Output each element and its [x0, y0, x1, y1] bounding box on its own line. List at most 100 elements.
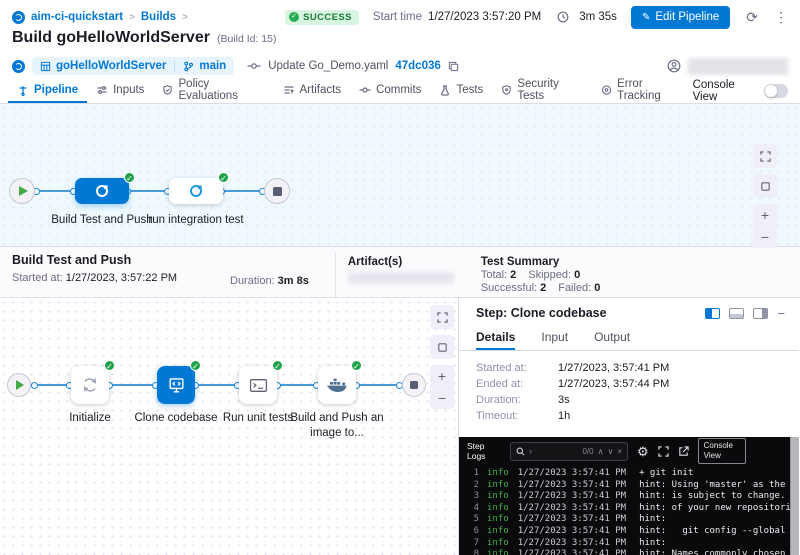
console-header: Step Logs › 0/0 ∧ ∨ × ⚙: [459, 437, 799, 463]
error-tracking-icon: [601, 84, 612, 96]
log-line: 3 info 1/27/2023 3:57:41 PM hint: is sub…: [465, 491, 799, 503]
duration-value: 3m 8s: [278, 275, 309, 287]
breadcrumb-builds-link[interactable]: Builds: [141, 11, 176, 23]
breadcrumb-project-link[interactable]: aim-ci-quickstart: [31, 11, 123, 23]
search-close-button[interactable]: ×: [617, 447, 622, 456]
log-message: hint: Using 'master' as the name for th: [639, 480, 799, 492]
log-level: info: [487, 514, 509, 526]
step-node-build-and-push-image[interactable]: ✓: [318, 366, 356, 404]
pipeline-start-node[interactable]: [9, 178, 35, 204]
minimize-panel-button[interactable]: −: [777, 306, 785, 321]
log-message: hint: of your new repositories, which w: [639, 503, 799, 515]
duration-label: Duration:: [230, 275, 275, 287]
step-logs-title: Step Logs: [467, 441, 501, 461]
log-timestamp: 1/27/2023 3:57:41 PM: [518, 503, 626, 515]
stage-node-run-integration-test[interactable]: ✓: [169, 178, 223, 204]
log-line-number: 7: [465, 538, 479, 550]
refresh-button[interactable]: ⟳: [746, 9, 758, 26]
tests-flask-icon: [439, 84, 451, 96]
started-at-label: Started at:: [12, 272, 63, 284]
policy-shield-icon: [162, 84, 173, 96]
fullscreen-button[interactable]: [753, 144, 777, 168]
zoom-in-button[interactable]: +: [753, 204, 777, 226]
tab-pipeline[interactable]: Pipeline: [8, 78, 87, 103]
log-line-number: 1: [465, 468, 479, 480]
build-tab-bar: Pipeline Inputs Policy Evaluations Artif…: [0, 78, 800, 104]
tab-output[interactable]: Output: [594, 330, 630, 350]
right-view-button[interactable]: [753, 308, 768, 319]
log-level: info: [487, 526, 509, 538]
tab-artifacts[interactable]: Artifacts: [274, 78, 351, 103]
success-check-icon: ✓: [289, 12, 299, 22]
step-node-clone-codebase[interactable]: ✓: [157, 366, 195, 404]
panel-view-switcher: −: [705, 306, 785, 321]
docker-whale-icon: [326, 377, 348, 394]
log-fullscreen-icon[interactable]: [658, 446, 669, 457]
start-time-value: 1/27/2023 3:57:20 PM: [428, 11, 541, 23]
log-settings-gear-icon[interactable]: ⚙: [637, 445, 649, 458]
stop-icon: [410, 381, 418, 389]
start-time-label: Start time: [373, 11, 422, 23]
step-node-initialize[interactable]: ✓: [71, 366, 109, 404]
console-view-button[interactable]: Console View: [698, 438, 746, 463]
log-line: 1 info 1/27/2023 3:57:41 PM + git init: [465, 468, 799, 480]
pipeline-icon: [17, 84, 29, 96]
commits-icon: [359, 84, 371, 96]
log-message: hint:: [639, 538, 666, 550]
step-graph-canvas: ✓ ✓ ✓ ✓ Initialize Clone codebase Run un…: [0, 298, 459, 555]
detail-label: Started at:: [476, 362, 558, 378]
edit-pipeline-button[interactable]: ✎ Edit Pipeline: [631, 6, 730, 29]
console-view-toggle[interactable]: [764, 84, 788, 98]
search-next-button[interactable]: ∨: [607, 447, 613, 456]
stop-icon: [273, 187, 282, 196]
inputs-icon: [96, 84, 108, 96]
commit-message[interactable]: Update Go_Demo.yaml: [268, 60, 388, 72]
terminal-icon: [249, 377, 268, 394]
stage-node-build-test-and-push[interactable]: ✓: [75, 178, 129, 204]
tab-error-tracking[interactable]: Error Tracking: [592, 78, 693, 103]
log-search-input[interactable]: › 0/0 ∧ ∨ ×: [510, 442, 628, 461]
tab-input[interactable]: Input: [541, 330, 568, 350]
step-panel-title: Step: Clone codebase: [476, 306, 607, 320]
tab-security-tests[interactable]: Security Tests: [492, 78, 592, 103]
copy-icon[interactable]: [448, 61, 459, 72]
stage-label[interactable]: run integration test: [141, 213, 251, 228]
log-message: hint: git config --global init.defaul: [639, 526, 799, 538]
pipeline-end-node[interactable]: [264, 178, 290, 204]
log-line-number: 6: [465, 526, 479, 538]
step-node-run-unit-tests[interactable]: ✓: [239, 366, 277, 404]
tab-policy-evaluations[interactable]: Policy Evaluations: [153, 78, 273, 103]
open-in-new-icon[interactable]: [678, 446, 689, 457]
console-scrollbar[interactable]: [790, 437, 799, 555]
zoom-out-button[interactable]: −: [430, 387, 454, 409]
success-check-badge: ✓: [218, 172, 229, 183]
more-options-button[interactable]: ⋮: [774, 9, 788, 26]
bottom-view-button[interactable]: [729, 308, 744, 319]
repository-icon: [40, 61, 51, 72]
tab-tests[interactable]: Tests: [430, 78, 492, 103]
repo-branch-pill[interactable]: goHelloWorldServer main: [32, 57, 234, 75]
fit-to-screen-button[interactable]: [753, 174, 777, 198]
detail-row: Ended at: 1/27/2023, 3:57:44 PM: [476, 378, 782, 394]
split-view-button[interactable]: [705, 308, 720, 319]
tab-inputs[interactable]: Inputs: [87, 78, 153, 103]
stage-start-node[interactable]: [7, 373, 31, 397]
fit-to-screen-button[interactable]: [430, 335, 454, 359]
log-level: info: [487, 549, 509, 555]
stage-end-node[interactable]: [402, 373, 426, 397]
detail-value: 1/27/2023, 3:57:41 PM: [558, 362, 669, 378]
log-timestamp: 1/27/2023 3:57:41 PM: [518, 538, 626, 550]
tab-details[interactable]: Details: [476, 330, 515, 350]
zoom-out-button[interactable]: −: [753, 226, 777, 248]
play-icon: [16, 380, 24, 390]
status-badge: ✓ SUCCESS: [285, 10, 359, 25]
search-prev-button[interactable]: ∧: [598, 447, 604, 456]
zoom-in-button[interactable]: +: [430, 365, 454, 387]
detail-label: Duration:: [476, 394, 558, 410]
tab-commits[interactable]: Commits: [350, 78, 430, 103]
search-caret: ›: [529, 446, 532, 456]
commit-sha-link[interactable]: 47dc036: [395, 60, 440, 72]
page-title: Build goHelloWorldServer: [12, 29, 210, 47]
fullscreen-button[interactable]: [430, 305, 454, 329]
step-label[interactable]: Build and Push an image to...: [285, 411, 389, 441]
